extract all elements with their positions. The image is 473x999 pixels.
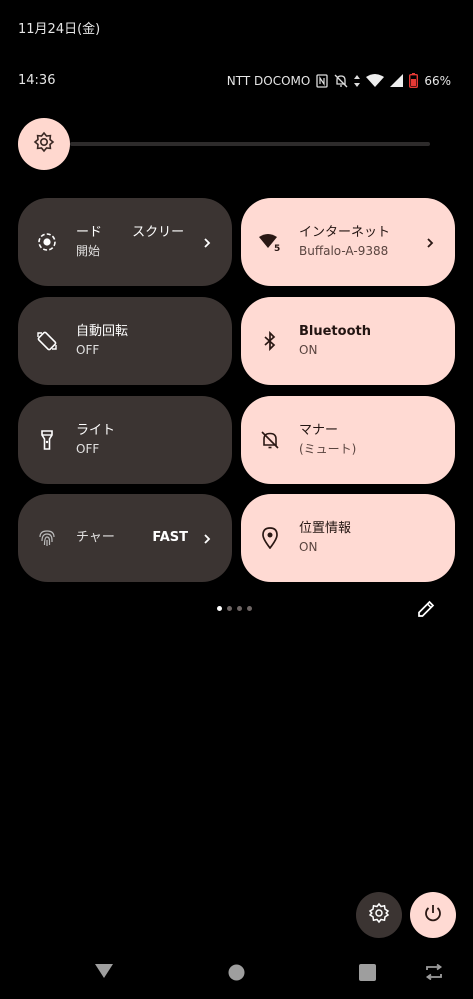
page-indicator xyxy=(217,606,252,611)
auto-rotate-icon xyxy=(36,330,58,352)
tile-title: Bluetooth xyxy=(299,324,371,339)
tile-title: マナー xyxy=(299,423,339,438)
tile-title: ード スクリー xyxy=(76,225,185,240)
fingerprint-icon xyxy=(36,527,58,549)
page-dot xyxy=(227,606,232,611)
brightness-track[interactable] xyxy=(70,142,430,146)
status-icons: NTT DOCOMO 66% xyxy=(227,73,451,88)
bell-off-icon xyxy=(259,429,281,451)
clock: 14:36 xyxy=(18,73,56,88)
brightness-knob[interactable] xyxy=(18,118,70,170)
tile-subtitle: OFF xyxy=(76,442,100,456)
tile-title: ライト xyxy=(76,423,116,438)
tile-subtitle: ON xyxy=(299,343,318,357)
chevron-right-icon xyxy=(200,531,214,545)
back-button[interactable] xyxy=(94,963,114,983)
page-dot xyxy=(237,606,242,611)
rotate-suggestion-icon[interactable] xyxy=(424,963,444,984)
power-icon xyxy=(422,902,444,928)
carrier-label: NTT DOCOMO xyxy=(226,73,311,88)
tile-title: 自動回転 xyxy=(76,324,129,339)
battery-icon xyxy=(409,73,419,88)
date-label: 11月24日(金) xyxy=(18,22,101,37)
battery-percent: 66% xyxy=(424,73,451,88)
tile-subtitle: ON xyxy=(299,540,318,554)
power-button[interactable] xyxy=(410,892,456,938)
settings-button[interactable] xyxy=(356,892,402,938)
page-dot xyxy=(247,606,252,611)
tile-silent-mode[interactable]: マナー (ミュート) xyxy=(241,396,455,484)
tile-bluetooth[interactable]: Bluetooth ON xyxy=(241,297,455,385)
tile-location[interactable]: 位置情報 ON xyxy=(241,494,455,582)
recents-button[interactable] xyxy=(359,964,376,985)
wifi-status-icon xyxy=(366,73,385,88)
nfc-icon xyxy=(316,73,328,88)
navigation-bar xyxy=(0,955,473,989)
mute-status-icon xyxy=(334,74,348,88)
tile-screen-record[interactable]: ード スクリー 開始 xyxy=(18,198,232,286)
tile-subtitle: Buffalo-A-9388 xyxy=(299,244,389,258)
page-dot-active xyxy=(217,606,222,611)
tile-fast-charge[interactable]: チャー FAST xyxy=(18,494,232,582)
gear-icon xyxy=(368,902,390,928)
tile-auto-rotate[interactable]: 自動回転 OFF xyxy=(18,297,232,385)
tile-title: チャー xyxy=(76,530,115,545)
tile-title: 位置情報 xyxy=(299,521,352,536)
tile-internet[interactable]: 5 インターネット Buffalo-A-9388 xyxy=(241,198,455,286)
tile-subtitle: 開始 xyxy=(76,244,101,258)
signal-icon xyxy=(390,74,404,87)
wifi-icon: 5 xyxy=(259,231,281,253)
tile-subtitle: OFF xyxy=(76,343,100,357)
tile-subtitle: (ミュート) xyxy=(299,442,357,456)
svg-text:5: 5 xyxy=(274,244,280,252)
edit-pencil-icon[interactable] xyxy=(415,598,437,620)
home-button[interactable] xyxy=(228,964,245,985)
brightness-icon xyxy=(33,131,55,157)
tile-flashlight[interactable]: ライト OFF xyxy=(18,396,232,484)
flashlight-icon xyxy=(36,429,58,451)
tile-title: インターネット xyxy=(299,225,391,240)
data-arrows-icon xyxy=(354,74,361,87)
location-pin-icon xyxy=(259,527,281,549)
screen-record-icon xyxy=(36,231,58,253)
chevron-right-icon xyxy=(423,235,437,249)
chevron-right-icon xyxy=(200,235,214,249)
bluetooth-icon xyxy=(259,330,281,352)
brightness-slider[interactable] xyxy=(18,118,436,170)
tile-subtitle: FAST xyxy=(152,530,188,545)
